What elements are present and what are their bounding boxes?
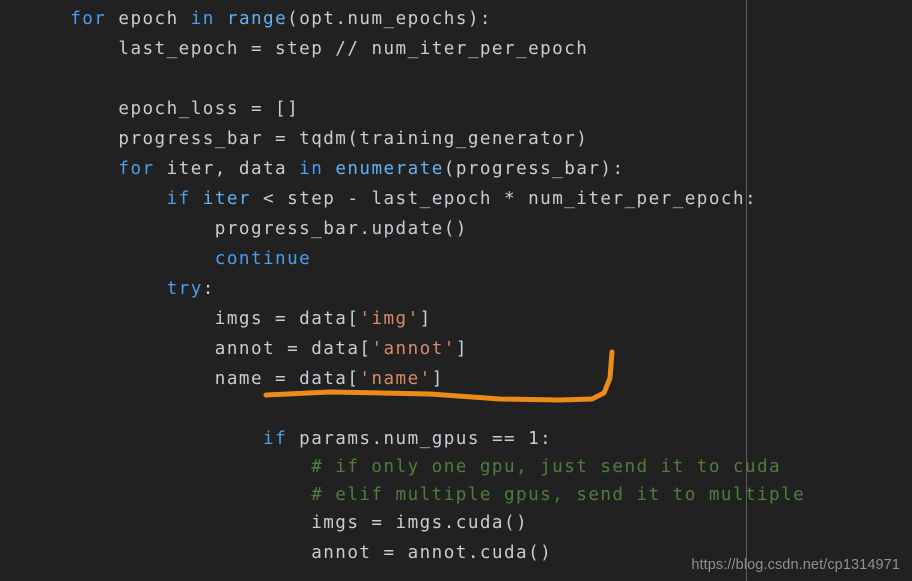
code-token-plain: :	[540, 429, 553, 449]
code-token-kw: if	[166, 189, 191, 209]
code-token-pad	[22, 159, 118, 179]
code-line[interactable]: imgs = imgs.cuda()	[22, 508, 528, 538]
code-token-pad	[22, 429, 263, 449]
code-token-plain: annot = data[	[214, 339, 372, 359]
code-line[interactable]: for epoch in range(opt.num_epochs):	[22, 4, 492, 34]
code-token-fn: iter	[202, 189, 251, 209]
code-token-plain: iter, data	[154, 159, 300, 179]
code-token-kw: in	[190, 9, 215, 29]
code-line[interactable]: epoch_loss = []	[22, 94, 299, 124]
code-token-fn: range	[226, 9, 288, 29]
code-line[interactable]: if iter < step - last_epoch * num_iter_p…	[22, 184, 757, 214]
code-token-plain: :	[202, 279, 215, 299]
watermark-url: https://blog.csdn.net/cp1314971	[691, 557, 900, 573]
code-token-pad	[22, 129, 118, 149]
code-token-plain: ]	[431, 369, 444, 389]
code-token-str: 'annot'	[371, 339, 456, 359]
code-token-str: 'img'	[359, 309, 420, 329]
code-token-plain: params.num_gpus ==	[287, 429, 529, 449]
code-token-kw: for	[118, 159, 155, 179]
code-editor-surface[interactable]: for epoch in range(opt.num_epochs): last…	[0, 0, 912, 581]
code-token-pad	[22, 369, 215, 389]
code-line[interactable]: # elif multiple gpus, send it to multipl…	[22, 480, 805, 510]
code-token-pad	[22, 543, 311, 563]
code-token-plain: annot = annot.cuda()	[311, 543, 553, 563]
code-token-kw: try	[166, 279, 203, 299]
code-token-plain: (opt.num_epochs):	[287, 9, 492, 29]
code-token-num: 1	[528, 429, 541, 449]
code-line[interactable]: # if only one gpu, just send it to cuda	[22, 452, 781, 482]
code-token-plain: epoch_loss = []	[118, 99, 300, 119]
code-token-pad	[22, 219, 215, 239]
code-token-pad	[22, 279, 167, 299]
code-line[interactable]: progress_bar = tqdm(training_generator)	[22, 124, 588, 154]
code-token-kw: if	[263, 429, 288, 449]
code-token-plain: imgs = imgs.cuda()	[311, 513, 529, 533]
code-token-str: 'name'	[359, 369, 432, 389]
code-token-plain: ]	[455, 339, 468, 359]
code-token-pad	[22, 485, 311, 505]
right-margin-ruler-line	[746, 0, 747, 581]
code-line[interactable]: last_epoch = step // num_iter_per_epoch	[22, 34, 588, 64]
code-token-comment: # if only one gpu, just send it to cuda	[311, 457, 782, 477]
code-token-pad	[22, 457, 311, 477]
code-token-plain: last_epoch = step // num_iter_per_epoch	[118, 39, 589, 59]
code-token-kw: for	[70, 9, 107, 29]
code-token-pad	[22, 189, 167, 209]
code-line[interactable]: progress_bar.update()	[22, 214, 468, 244]
code-line[interactable]: if params.num_gpus == 1:	[22, 424, 552, 454]
code-token-plain: epoch	[106, 9, 191, 29]
code-token-pad	[22, 513, 311, 533]
code-token-plain: imgs = data[	[214, 309, 360, 329]
code-token-plain: progress_bar.update()	[214, 219, 468, 239]
code-line[interactable]: annot = annot.cuda()	[22, 538, 552, 568]
code-token-plain: < step - last_epoch * num_iter_per_epoch…	[250, 189, 758, 209]
code-line[interactable]: name = data['name']	[22, 364, 444, 394]
code-token-fn: enumerate	[335, 159, 444, 179]
code-screenshot: for epoch in range(opt.num_epochs): last…	[0, 0, 912, 581]
code-line[interactable]: try:	[22, 274, 215, 304]
code-token-comment: # elif multiple gpus, send it to multipl…	[311, 485, 806, 505]
code-line[interactable]: annot = data['annot']	[22, 334, 468, 364]
code-line[interactable]: imgs = data['img']	[22, 304, 432, 334]
code-token-pad	[22, 339, 215, 359]
code-token-plain: ]	[419, 309, 432, 329]
code-line[interactable]: for iter, data in enumerate(progress_bar…	[22, 154, 625, 184]
code-token-pad	[22, 39, 118, 59]
code-token-plain: progress_bar = tqdm(training_generator)	[118, 129, 589, 149]
code-token-pad	[22, 249, 215, 269]
code-token-kw: continue	[214, 249, 312, 269]
code-token-kw: in	[299, 159, 324, 179]
code-token-pad	[22, 99, 118, 119]
code-token-plain: (progress_bar):	[443, 159, 625, 179]
code-token-plain: name = data[	[214, 369, 360, 389]
code-token-pad	[22, 9, 70, 29]
code-token-pad	[22, 309, 215, 329]
code-line[interactable]: continue	[22, 244, 311, 274]
